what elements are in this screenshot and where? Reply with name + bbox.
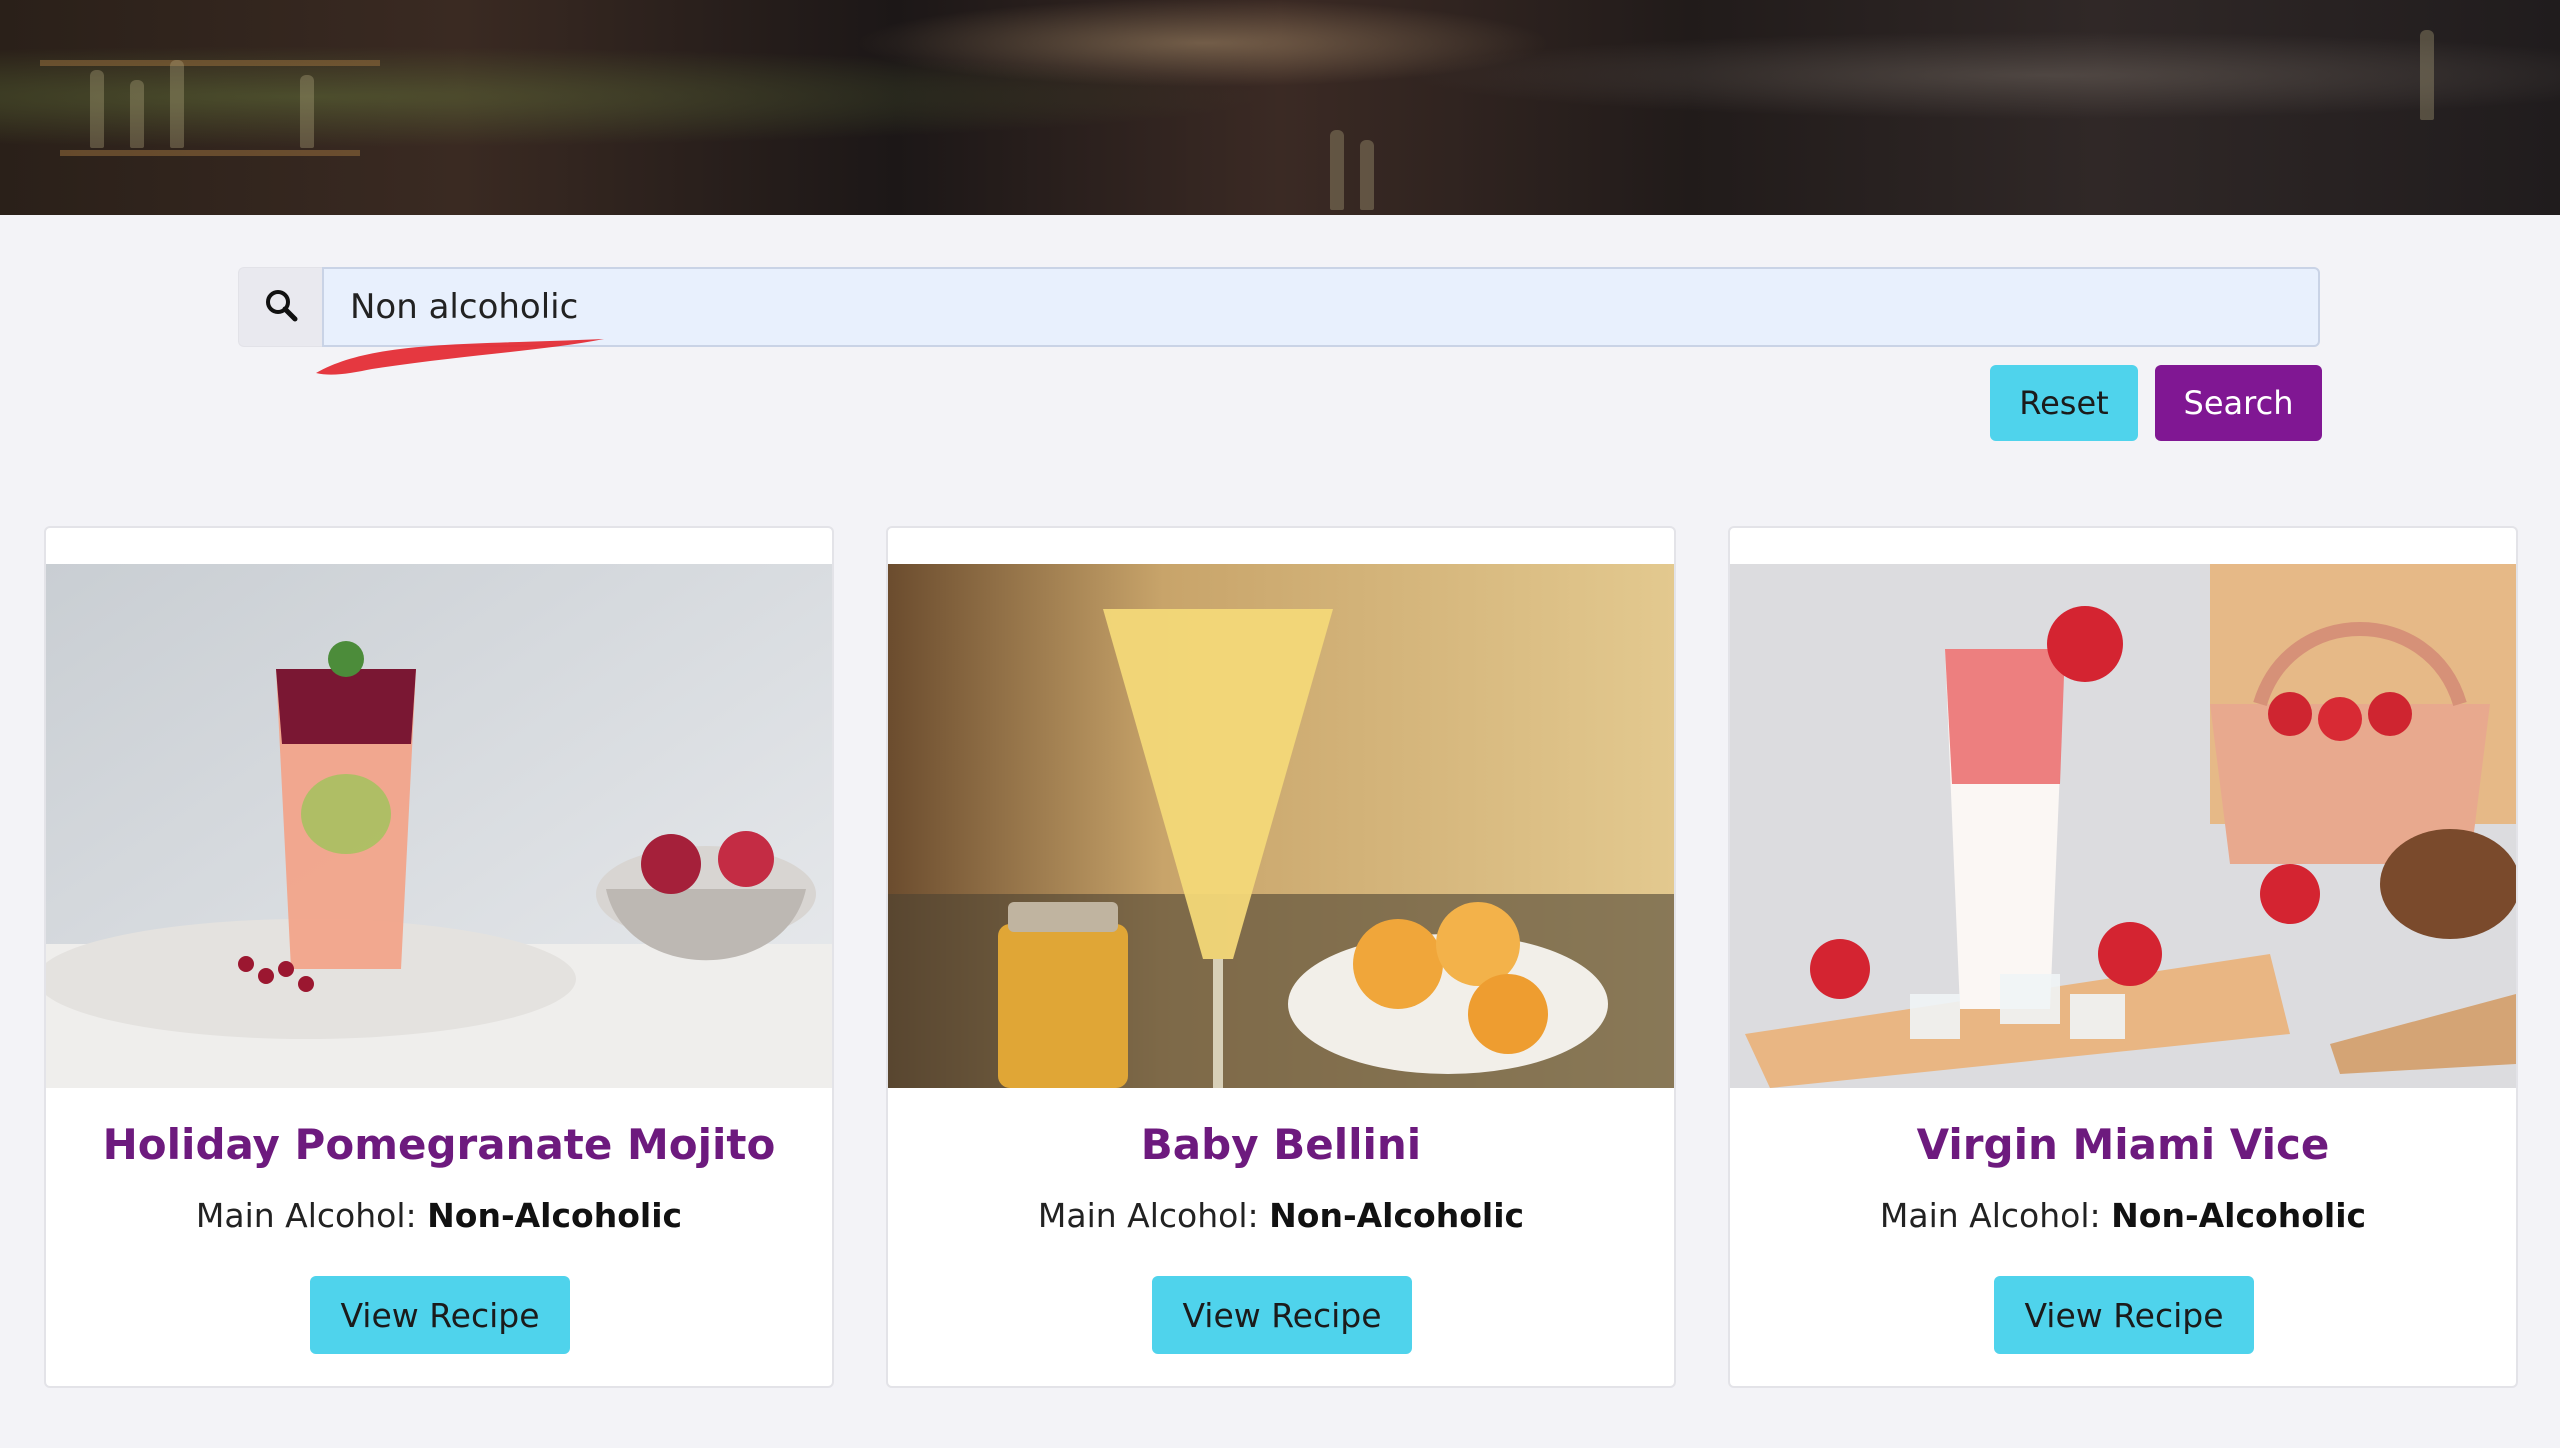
recipe-title: Baby Bellini [1140,1120,1422,1169]
search-addon [238,267,322,347]
banner-bottle [1330,130,1344,210]
banner-bottle [90,70,104,148]
main-alcohol-label: Main Alcohol: [195,1196,417,1235]
recipe-title: Holiday Pomegranate Mojito [102,1120,776,1169]
main-alcohol-value: Non-Alcoholic [427,1196,683,1235]
banner-shelf [40,60,380,66]
banner-bottle [1360,140,1374,210]
recipe-card: Virgin Miami Vice Main Alcohol: Non-Alco… [1728,526,2518,1388]
banner-shelf [60,150,360,156]
red-underline-annotation [316,339,604,375]
recipe-card: Holiday Pomegranate Mojito Main Alcohol:… [44,526,834,1388]
recipe-card: Baby Bellini Main Alcohol: Non-Alcoholic… [886,526,1676,1388]
main-alcohol-label: Main Alcohol: [1879,1196,2101,1235]
main-alcohol-value: Non-Alcoholic [1269,1196,1525,1235]
recipe-title: Virgin Miami Vice [1916,1120,2330,1169]
banner-bottle [130,80,144,148]
main-alcohol-label: Main Alcohol: [1037,1196,1259,1235]
recipe-image-mojito [46,564,832,1088]
banner-bottle [2420,30,2434,120]
search-button[interactable]: Search [2155,365,2322,441]
reset-button[interactable]: Reset [1990,365,2138,441]
recipe-image-bellini [888,564,1674,1088]
banner-bottle [300,75,314,148]
recipe-image-miami-vice [1730,564,2516,1088]
main-alcohol-line: Main Alcohol: Non-Alcoholic [1730,1196,2516,1235]
view-recipe-button[interactable]: View Recipe [1994,1276,2254,1354]
banner-bottle [170,60,184,148]
search-input[interactable] [322,267,2320,347]
main-alcohol-value: Non-Alcoholic [2111,1196,2367,1235]
hero-banner-image [0,0,2560,215]
main-alcohol-line: Main Alcohol: Non-Alcoholic [888,1196,1674,1235]
view-recipe-button[interactable]: View Recipe [310,1276,570,1354]
search-icon [263,287,299,327]
view-recipe-button[interactable]: View Recipe [1152,1276,1412,1354]
main-alcohol-line: Main Alcohol: Non-Alcoholic [46,1196,832,1235]
